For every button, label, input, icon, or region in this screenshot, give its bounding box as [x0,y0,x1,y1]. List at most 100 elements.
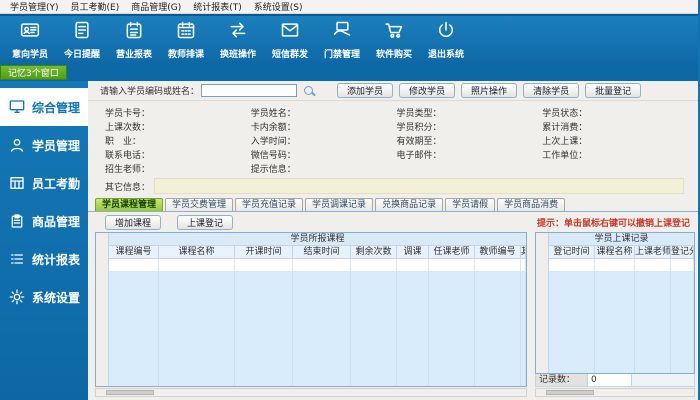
column-header-class-teacher[interactable]: 上课老师 [635,246,671,258]
tab-recharge-records[interactable]: 学员充值记录 [235,198,304,211]
column-header-register-branch[interactable]: 登记分校 [671,246,694,258]
calendar-icon [176,20,196,44]
panel-splitter[interactable] [529,212,533,397]
sidebar-item-general-management[interactable]: 综合管理 [0,88,88,126]
class-records-table: 学员上课记录 登记时间 课程名称 上课老师 登记分校 [535,232,695,374]
table-title: 学员所报课程 [109,233,526,246]
menu-item-staff-attendance[interactable]: 员工考勤(E) [65,0,126,13]
toolbar-label: 营业报表 [115,50,152,60]
search-icon[interactable] [303,85,315,97]
field-label-phone: 联系电话： [105,151,151,161]
column-header-remaining-count[interactable]: 剩余次数 [351,246,397,258]
column-header-course-name[interactable]: 课程名称 [595,246,635,258]
menu-item-statistics-report[interactable]: 统计报表(T) [187,0,248,13]
tab-payment-management[interactable]: 学员交费管理 [165,198,234,211]
field-label-points: 学员积分： [396,123,442,133]
add-member-button[interactable]: 添加学员 [337,83,394,98]
column-header-course-id[interactable]: 课程编号 [109,246,159,258]
column-header-course-name[interactable]: 课程名称 [159,246,235,258]
toolbar-button-class-swap[interactable]: 换班操作 [212,20,264,60]
tab-goods-purchase[interactable]: 学员商品消费 [497,198,566,211]
sms-icon [280,20,300,44]
field-label-enroll-time: 入学时间： [250,137,296,147]
toolbar-label: 换班操作 [219,50,256,60]
column-header-start-time[interactable]: 开课时间 [235,246,293,258]
table-row[interactable] [109,259,526,272]
table-body [549,272,694,373]
table-header-row: 登记时间 课程名称 上课老师 登记分校 [549,246,694,259]
table-row[interactable] [549,259,694,272]
tab-leave-requests[interactable]: 学员请假 [445,198,496,211]
toolbar-button-door-access[interactable]: 门禁管理 [316,20,368,60]
toolbar-button-prospective-students[interactable]: 意向学员 [4,20,56,60]
field-label-employer: 工作单位： [542,151,588,161]
attendance-panel: 提示：单击鼠标右键可以撤销上课登记 学员上课记录 登记时间 课程名称 上课老师 … [535,212,695,397]
horizontal-scrollbar[interactable] [95,388,527,397]
tab-course-management[interactable]: 学员课程管理 [95,198,164,211]
sidebar-item-system-settings[interactable]: 系统设置 [0,278,88,316]
table-content: 学员所报课程 课程编号 课程名称 开课时间 结束时间 剩余次数 调课 任课老师 … [109,233,526,386]
column-header-other-info[interactable]: 其它信息 [521,246,526,258]
field-label-last-class: 上次上课： [542,137,588,147]
sidebar-item-label: 综合管理 [32,100,81,115]
toolbar-button-buy-software[interactable]: 软件购买 [368,20,420,60]
batch-register-button[interactable]: 批量登记 [585,83,642,98]
column-header-teacher-id[interactable]: 教师编号 [475,246,521,258]
field-label-tip-info: 提示信息： [250,165,296,175]
field-label-name: 学员姓名： [250,109,296,119]
window-memory-badge[interactable]: 记忆3个窗口 [0,65,67,80]
add-course-button[interactable]: 增加课程 [105,214,162,230]
toolbar-button-business-report[interactable]: 营业报表 [108,20,160,60]
column-header-teacher[interactable]: 任课老师 [429,246,475,258]
class-register-button[interactable]: 上课登记 [177,214,234,230]
reminder-icon [72,20,92,44]
stats-icon [11,254,23,264]
sidebar-item-member-management[interactable]: 学员管理 [0,126,88,164]
column-header-register-time[interactable]: 登记时间 [549,246,595,258]
report-icon [124,20,144,44]
tab-content: 增加课程 上课登记 学员所报课程 课程编号 课程名称 开课时间 结束时间 剩余次… [88,212,698,400]
toolbar-label: 门禁管理 [323,50,360,60]
detail-tabs: 学员课程管理 学员交费管理 学员充值记录 学员调课记录 兑换商品记录 学员请假 … [88,198,698,212]
toolbar-button-exit-system[interactable]: 退出系统 [420,20,472,60]
row-selector-column [96,233,109,386]
person-icon [11,139,23,152]
table-header-row: 课程编号 课程名称 开课时间 结束时间 剩余次数 调课 任课老师 教师编号 其它… [109,246,526,259]
column-header-reschedule[interactable]: 调课 [397,246,429,258]
toolbar-button-teacher-scheduling[interactable]: 教师排课 [160,20,212,60]
photo-operation-button[interactable]: 照片操作 [461,83,518,98]
search-input[interactable] [201,84,298,97]
field-label-other-info: 其它信息： [105,182,151,193]
toolbar-button-today-reminders[interactable]: 今日提醒 [56,20,108,60]
edit-member-button[interactable]: 修改学员 [399,83,456,98]
other-info-input[interactable] [154,178,684,194]
clear-member-button[interactable]: 清除学员 [523,83,580,98]
menu-item-system-settings[interactable]: 系统设置(S) [248,0,309,13]
scrollbar-thumb[interactable] [546,390,594,395]
table-title: 学员上课记录 [549,233,694,246]
horizontal-scrollbar[interactable] [535,388,695,397]
record-count-value: 0 [588,374,632,386]
course-panel-buttons: 增加课程 上课登记 [95,212,527,232]
field-label-email: 电子邮件： [396,151,442,161]
field-label-recruiter: 招生老师： [105,165,151,175]
record-count-label: 记录数： [536,374,588,386]
course-panel: 增加课程 上课登记 学员所报课程 课程编号 课程名称 开课时间 结束时间 剩余次… [95,212,527,397]
field-label-occupation: 职 业： [105,137,142,147]
app-window: 学员管理(Y) 员工考勤(E) 商品管理(G) 统计报表(T) 系统设置(S) … [0,0,700,400]
scrollbar-thumb[interactable] [106,390,154,395]
field-label-card-balance: 卡内余额： [250,123,296,133]
sidebar-item-staff-attendance[interactable]: 员工考勤 [0,164,88,202]
sidebar-item-statistics-report[interactable]: 统计报表 [0,240,88,278]
sidebar-item-goods-management[interactable]: 商品管理 [0,202,88,240]
menu-item-goods-management[interactable]: 商品管理(G) [125,0,187,13]
row-selector-column [536,233,549,373]
tab-goods-exchange-records[interactable]: 兑换商品记录 [375,198,444,211]
quick-access-bar: 记忆3个窗口 [0,64,698,81]
field-label-status: 学员状态： [542,109,588,119]
menu-item-member-management[interactable]: 学员管理(Y) [4,0,65,13]
tab-reschedule-records[interactable]: 学员调课记录 [305,198,374,211]
column-header-end-time[interactable]: 结束时间 [293,246,351,258]
toolbar-button-sms-broadcast[interactable]: 短信群发 [264,20,316,60]
goods-icon [11,214,23,228]
